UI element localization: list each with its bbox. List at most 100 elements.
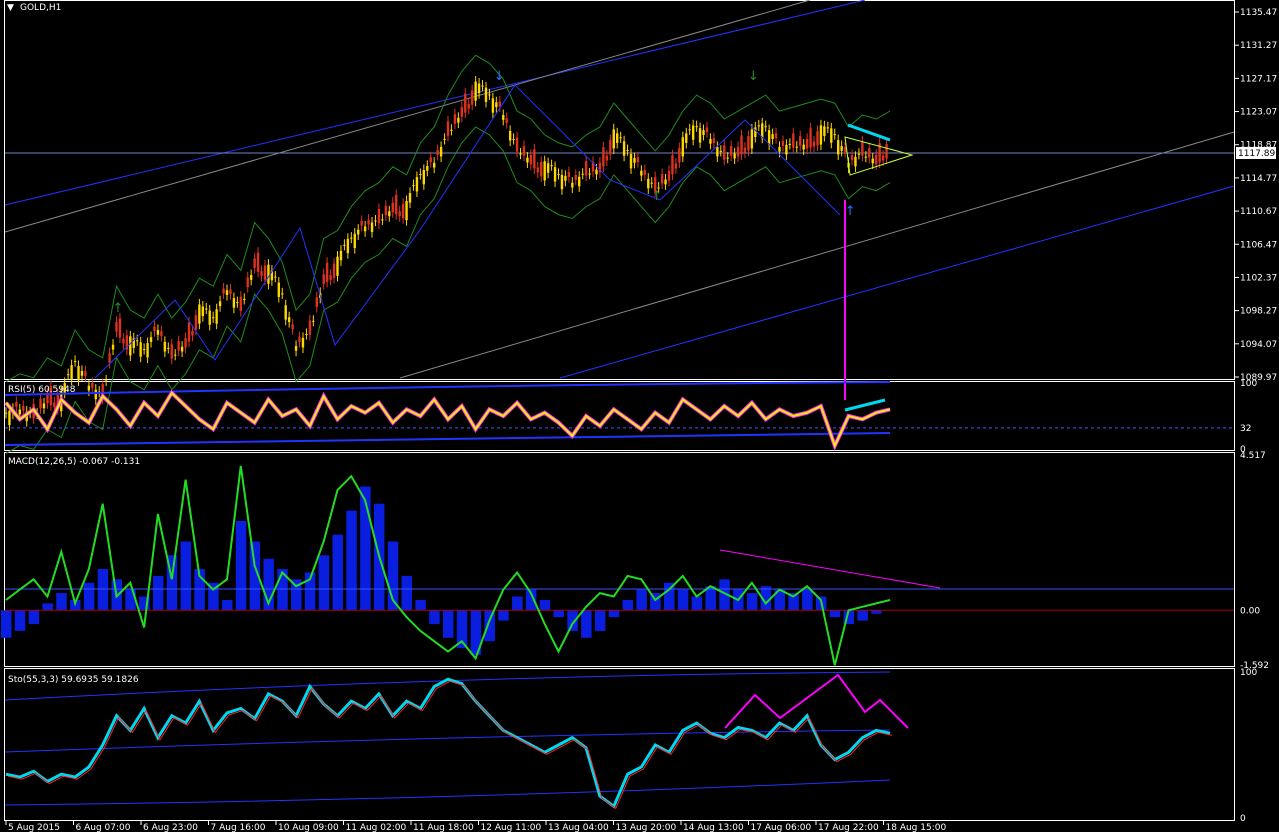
candle-body	[8, 410, 11, 426]
candle-body	[515, 137, 519, 152]
candle-body	[785, 144, 788, 155]
chart-window[interactable]: ↑↓↑↓↑ 100320 4.5170.00-1.592 1000 GOLD,H…	[0, 0, 1279, 832]
macd-histogram-bar	[152, 575, 164, 611]
macd-histogram-bar	[332, 534, 343, 611]
arrow-up-icon: ↑	[651, 189, 662, 204]
candle-body	[277, 282, 280, 297]
macd-panel[interactable]: 4.5170.00-1.592	[1, 451, 1269, 671]
macd-histogram-bar	[512, 596, 523, 611]
macd-histogram-bar	[498, 610, 509, 621]
macd-histogram-bar	[180, 541, 192, 611]
candle-body	[187, 322, 191, 342]
candle-body	[467, 103, 470, 109]
candle-body	[560, 174, 564, 190]
candle-body	[837, 140, 840, 155]
channel-upper-line	[4, 0, 866, 206]
candle-body	[685, 133, 688, 143]
candle-body	[149, 337, 153, 342]
time-tick-label: 17 Aug 22:00	[818, 823, 879, 832]
candle-body	[94, 389, 97, 400]
candle-body	[46, 393, 49, 404]
time-tick-label: 5 Aug 2015	[8, 823, 60, 832]
candle-body	[446, 121, 450, 136]
sto-panel[interactable]: 100 0	[4, 668, 1257, 824]
candle-body	[868, 148, 871, 158]
macd-histogram-bar	[484, 610, 495, 642]
macd-histogram-bar	[415, 599, 426, 611]
candle-body	[350, 237, 353, 239]
price-tick-label: 1127.17	[1240, 74, 1277, 84]
candle-body	[636, 157, 640, 163]
candle-body	[332, 263, 336, 278]
candle-body	[336, 256, 339, 276]
rsi-line	[5, 391, 891, 449]
cyan-arrow-rsi	[844, 398, 886, 412]
time-tick-label: 13 Aug 20:00	[616, 823, 677, 832]
candle-body	[322, 274, 325, 284]
candle-body	[298, 337, 301, 342]
price-tick-label: 1131.27	[1240, 41, 1277, 51]
candle-body	[274, 276, 277, 278]
candle-body	[470, 90, 474, 105]
candle-body	[111, 344, 115, 350]
candle-body	[705, 127, 709, 133]
channel-lower-white-line	[399, 131, 1235, 379]
candle-body	[329, 275, 332, 280]
candle-body	[284, 305, 287, 320]
time-axis: 5 Aug 2015 6 Aug 07:00 6 Aug 23:00 7 Aug 16…	[5, 821, 946, 832]
candle-body	[267, 264, 270, 284]
candle-body	[170, 344, 173, 359]
macd-title: MACD(12,26,5) -0.067 -0.131	[8, 457, 140, 467]
zigzag-line	[94, 84, 841, 379]
candle-body	[377, 208, 381, 224]
candle-body	[301, 337, 305, 348]
candle-body	[778, 146, 781, 152]
arrow-down-icon: ↓	[748, 69, 759, 84]
candle-body	[308, 320, 312, 335]
candle-body	[805, 138, 809, 149]
candle-body	[543, 161, 546, 181]
candle-body	[73, 361, 77, 363]
rsi-panel[interactable]: 100320	[4, 379, 1257, 455]
macd-histogram-bar	[691, 596, 703, 611]
candle-body	[367, 219, 370, 225]
dropdown-icon[interactable]: ▼	[7, 3, 14, 13]
candle-body	[771, 134, 774, 139]
candle-body	[260, 271, 263, 276]
candle-body	[191, 330, 194, 336]
candle-body	[578, 176, 581, 187]
candle-body	[53, 402, 56, 408]
arrow-down-icon: ↓	[494, 69, 505, 84]
macd-histogram-bar	[594, 610, 606, 631]
candle-body	[495, 102, 498, 108]
candle-body	[395, 195, 398, 215]
macd-histogram-bar	[318, 555, 330, 611]
candle-body	[633, 158, 636, 163]
candle-body	[153, 326, 156, 332]
candle-body	[716, 146, 719, 157]
macd-histogram-bar	[346, 510, 357, 611]
candle-body	[167, 347, 170, 349]
candle-body	[529, 154, 533, 165]
candle-body	[401, 203, 405, 219]
candle-body	[160, 331, 163, 336]
candle-body	[374, 220, 377, 222]
macd-tick-label: 4.517	[1240, 451, 1266, 461]
candle-body	[80, 370, 84, 376]
candle-body	[184, 337, 187, 348]
price-tick-label: 1098.27	[1240, 307, 1277, 317]
candle-body	[484, 87, 488, 102]
candle-body	[526, 157, 529, 163]
candle-body	[163, 341, 167, 352]
candle-body	[533, 149, 536, 169]
macd-histogram-bar	[636, 589, 647, 611]
candle-body	[502, 115, 505, 120]
candle-body	[802, 144, 805, 150]
candle-body	[881, 155, 885, 161]
macd-histogram-bar	[677, 589, 689, 611]
candle-body	[142, 349, 146, 351]
candle-body	[743, 147, 747, 153]
candle-body	[792, 133, 795, 148]
rsi-upper-band	[4, 381, 891, 396]
candle-body	[512, 138, 515, 140]
